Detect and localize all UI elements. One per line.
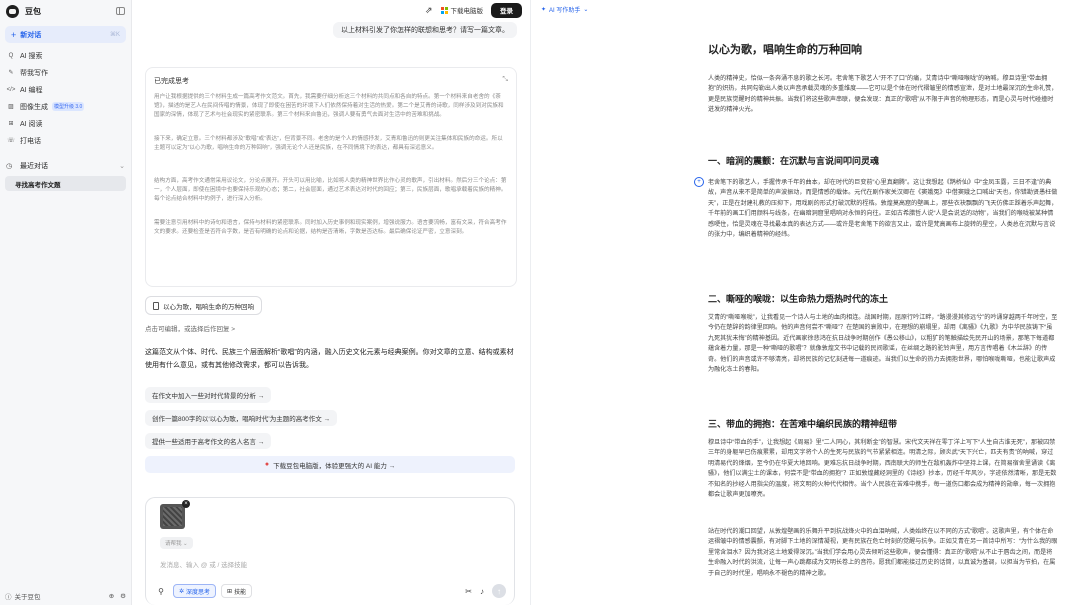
sidebar-item-reading[interactable]: ⊞ AI 阅读 [0, 115, 131, 132]
sparkle-icon: ✦ [541, 7, 547, 13]
new-chat-button[interactable]: + 新对话 ⌘K [5, 26, 126, 43]
sidebar-item-label: 帮我写作 [20, 69, 48, 77]
section-body: 穆旦诗中“带血的手”，让我想起《周易》里“二人同心，其利断金”的智慧。宋代文天祥… [708, 439, 1057, 499]
sidebar-item-coding[interactable]: </> AI 编程 [0, 81, 131, 98]
download-banner-label: 下载豆包电脑版，体验更强大的 AI 能力 → [273, 462, 396, 470]
deep-think-toggle[interactable]: ✲ 深度思考 [173, 584, 217, 598]
search-icon: Q [8, 52, 14, 59]
download-banner[interactable]: ● 下载豆包电脑版，体验更强大的 AI 能力 → [145, 456, 515, 473]
chevron-down-icon[interactable]: ⌄ [119, 162, 125, 170]
history-item[interactable]: 寻找高考作文题 [5, 176, 126, 191]
chat-panel: ⇗ 下载电脑版 登录 以上材料引发了你怎样的联想和思考？请写一篇文章。 已完成思… [133, 0, 529, 605]
attachment-mode-chip[interactable]: 请帮我 ⌄ [160, 537, 193, 549]
sidebar-item-phone[interactable]: ☏ 打电话 [0, 132, 131, 149]
send-button[interactable]: ↑ [492, 584, 506, 598]
document-icon [153, 301, 159, 310]
sidebar-item-label: AI 阅读 [20, 120, 43, 128]
document-intro: 人类的精神史，恰似一条奔涌不息的歌之长河。老舍笔下歌艺人“开不了口”的痛，艾青诗… [708, 75, 1058, 114]
plus-icon: + [11, 29, 17, 40]
sidebar: 豆包 + 新对话 ⌘K Q AI 搜索 ✎ 帮我写作 </> AI 编程 ▨ 图… [0, 0, 132, 605]
composer-actions: ✂ ♪ ↑ [465, 584, 506, 598]
phone-icon: ☏ [7, 138, 15, 144]
sidebar-item-label: 打电话 [20, 137, 41, 145]
suggestion-chip[interactable]: 创作一篇800字的以‘以心为歌，唱响时代’为主题的高考作文 → [145, 410, 338, 426]
settings-icon[interactable]: ⚙ [120, 592, 126, 600]
section-body: 艾青的“嘶哑喉咙”，让我看见一个诗人与土地的血肉相连。战国时期，屈原行吟江畔，“… [708, 314, 1058, 374]
recent-chats-label: 最近对话 [20, 162, 48, 170]
atom-icon: ✲ [179, 588, 185, 595]
pen-icon: ✎ [8, 70, 14, 76]
thinking-paragraph: 接下来，确定立意。三个材料都涉及“歌唱”或“表达”，但背景不同。老舍的是个人的情… [154, 136, 503, 151]
app-name: 豆包 [25, 6, 41, 16]
thinking-paragraph: 结构方面，高考作文通常采用议论文，分论点展开。开头可以用比喻，比如将人类的精神世… [154, 178, 507, 202]
section-body: 老舍笔下的歌艺人，手握传承千年的曲本，却在时代的巨变前“心里真翻腾”。这让我想起… [708, 179, 1058, 239]
chevron-down-icon: ⌄ [583, 7, 589, 13]
attachment-thumbnail[interactable] [160, 504, 185, 529]
document-panel: ✦ AI 写作助手 ⌄ 以心为歌，唱响生命的万种回响 人类的精神史，恰似一条奔涌… [530, 0, 1080, 605]
new-chat-shortcut: ⌘K [109, 32, 120, 38]
sidebar-header: 豆包 [0, 0, 131, 22]
new-chat-label: 新对话 [20, 31, 42, 39]
collapse-icon[interactable]: ⤡ [502, 76, 508, 86]
thinking-title: 已完成思考 [154, 78, 189, 85]
section-heading: 三、带血的拥抱：在苦难中编织民族的精神纽带 [708, 419, 898, 429]
thinking-header[interactable]: 已完成思考 ⤡ [154, 76, 508, 86]
login-button[interactable]: 登录 [491, 2, 522, 18]
code-icon: </> [6, 86, 16, 93]
doubao-icon: ● [264, 461, 270, 468]
sidebar-item-label: 图像生成 [20, 103, 48, 111]
message-input[interactable]: 发消息、输入 @ 或 / 选择技能 [160, 559, 247, 569]
attach-icon[interactable]: ⚲ [154, 587, 168, 596]
info-icon: ⓘ [5, 594, 12, 601]
clock-icon: ◷ [6, 162, 13, 170]
sidebar-collapse-icon[interactable] [116, 7, 125, 15]
composer-toolbar: ⚲ ✲ 深度思考 ⊞ 技能 ✂ ♪ ↑ [154, 583, 506, 599]
ai-writing-assistant-dropdown[interactable]: ✦ AI 写作助手 ⌄ [541, 5, 588, 14]
conclusion-body: 站在时代的潮口回望，从敦煌壁画的乐舞升平到抗战烽火中的血泪吶喊，人类始终在以不同… [708, 528, 1058, 577]
ai-comment-icon[interactable]: + [694, 177, 704, 187]
section-heading: 一、暗涧的震颤：在沉默与言说间叩问灵魂 [708, 156, 880, 166]
divider [0, 149, 131, 157]
book-icon: ⊞ [8, 121, 14, 127]
user-message: 以上材料引发了你怎样的联想和思考？请写一篇文章。 [333, 22, 517, 38]
assistant-answer: 这篇范文从个体、时代、民族三个层面解析“歌唱”的内涵，融入历史文化元素与经典案例… [145, 349, 514, 369]
download-desktop-button[interactable]: 下载电脑版 [440, 5, 484, 15]
chat-topbar: ⇗ 下载电脑版 登录 [133, 0, 529, 20]
thinking-paragraph: 用户让我根据提供的三个材料生成一篇高考作文范文。首先，我需要仔细分析这三个材料的… [154, 94, 504, 118]
thinking-panel: 已完成思考 ⤡ 用户让我根据提供的三个材料生成一篇高考作文范文。首先，我需要仔细… [145, 67, 517, 287]
microphone-icon[interactable]: ♪ [480, 587, 484, 596]
edit-hint-link[interactable]: 点击可编辑，或选择后作回复 > [145, 323, 235, 333]
suggestion-chip[interactable]: 提供一些适用于高考作文的名人名言 → [145, 433, 272, 449]
windows-icon [440, 6, 448, 14]
share-icon[interactable]: ⇗ [425, 5, 433, 16]
message-composer: × 请帮我 ⌄ 发消息、输入 @ 或 / 选择技能 ⚲ ✲ 深度思考 ⊞ 技能 … [145, 497, 515, 605]
skills-button[interactable]: ⊞ 技能 [221, 584, 253, 598]
sidebar-item-writing[interactable]: ✎ 帮我写作 [0, 64, 131, 81]
sidebar-item-label: AI 搜索 [20, 52, 43, 60]
suggestion-chip[interactable]: 在作文中加入一些对时代背景的分析 → [145, 387, 272, 403]
ai-writing-assistant-label: AI 写作助手 [549, 8, 581, 14]
sidebar-item-label: AI 编程 [20, 86, 43, 94]
thinking-paragraph: 需要注意引用材料中的诗句和语言，保持与材料的紧密联系。同时加入历史事例和现实案例… [154, 220, 507, 235]
download-icon[interactable]: ⊕ [109, 592, 114, 600]
scissors-icon[interactable]: ✂ [465, 587, 472, 596]
sidebar-item-ai-search[interactable]: Q AI 搜索 [0, 47, 131, 64]
remove-attachment-icon[interactable]: × [182, 500, 190, 508]
sidebar-item-image-gen[interactable]: ▨ 图像生成 模型升级 3.0 [0, 98, 131, 115]
deep-think-label: 深度思考 [186, 589, 211, 596]
essay-document-chip[interactable]: 以心为歌，唱响生命的万种回响 [145, 296, 262, 315]
app-logo[interactable] [6, 4, 19, 18]
grid-icon: ⊞ [227, 588, 233, 595]
document-title: 以心为歌，唱响生命的万种回响 [708, 44, 862, 56]
recent-chats-header[interactable]: ◷ 最近对话 ⌄ [0, 157, 131, 174]
essay-chip-label: 以心为歌，唱响生命的万种回响 [163, 303, 254, 311]
skills-label: 技能 [234, 589, 247, 596]
image-icon: ▨ [8, 104, 14, 110]
upgrade-badge: 模型升级 3.0 [52, 102, 85, 111]
sidebar-footer: ⓘ 关于豆包 ⊕ ⚙ [0, 587, 131, 605]
section-heading: 二、嘶哑的喉咙：以生命热力焐热时代的冻土 [708, 294, 889, 304]
download-desktop-label: 下载电脑版 [450, 8, 484, 15]
about-link[interactable]: 关于豆包 [15, 591, 41, 601]
